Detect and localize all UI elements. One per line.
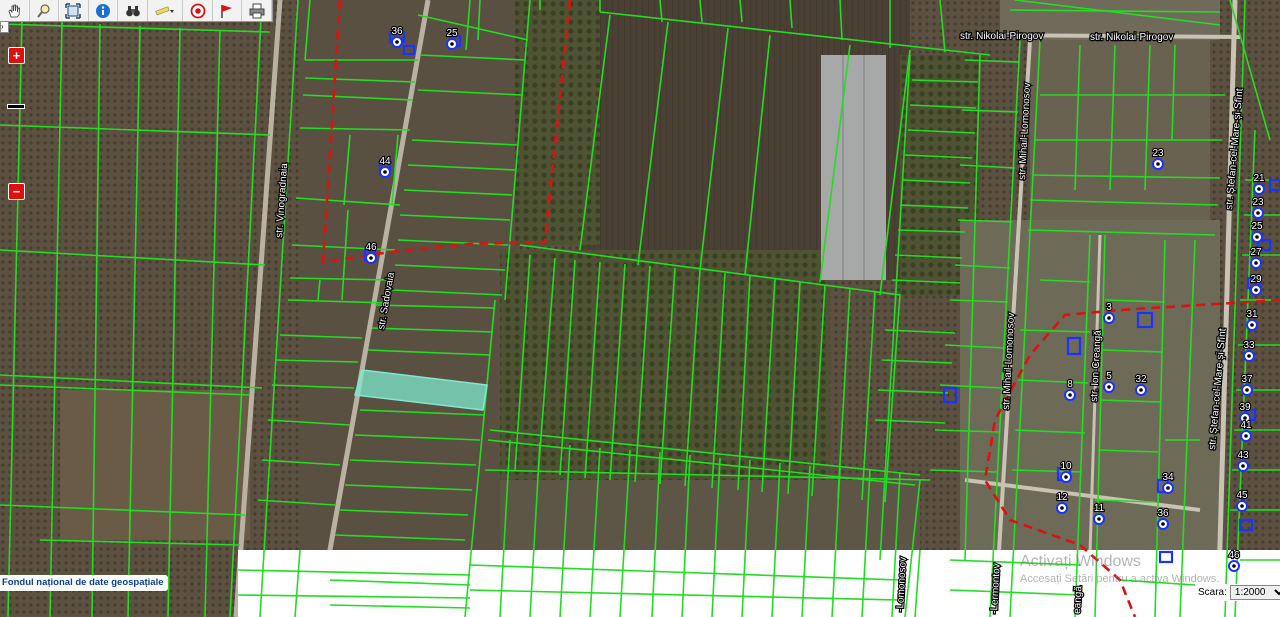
zoom-tool-button[interactable] (30, 0, 60, 21)
map-toolbar (0, 0, 273, 22)
house-number: 46 (365, 242, 377, 253)
chevron-down-icon (170, 9, 175, 13)
info-icon (95, 3, 110, 18)
zoom-slider-handle[interactable] (7, 104, 25, 109)
house-number: 32 (1135, 374, 1147, 385)
house-number: 21 (1253, 173, 1265, 184)
house-number: 39 (1239, 402, 1251, 413)
address-marker: 44 (378, 155, 392, 178)
scale-control: Scara: 1:2000 (1195, 584, 1280, 601)
attribution-link[interactable]: Fondul național de date geospațiale (0, 575, 168, 591)
house-number: 3 (1106, 302, 1112, 313)
house-number: 41 (1240, 420, 1252, 431)
address-marker: 43 (1236, 449, 1250, 472)
scale-select[interactable]: 1:2000 (1229, 585, 1280, 600)
address-marker: 10 (1059, 460, 1073, 483)
watermark-subtitle: Accesați Setări pentru a activa Windows. (1020, 573, 1220, 585)
house-number: 27 (1250, 247, 1262, 258)
flag-button[interactable] (213, 0, 243, 21)
house-number: 23 (1252, 197, 1264, 208)
house-number: 11 (1094, 503, 1105, 514)
house-number: 8 (1067, 379, 1073, 390)
cadastral-map[interactable]: 36 25 44 46 23 3 8 5 32 10 12 11 34 36 2… (0, 0, 1280, 617)
house-number: 34 (1162, 472, 1174, 483)
address-marker: 25 (445, 27, 459, 50)
address-marker: 12 (1055, 491, 1069, 514)
address-marker: 34 (1161, 471, 1175, 494)
search-binoculars-button[interactable] (118, 0, 148, 21)
address-marker: 46 (1227, 549, 1241, 572)
zoom-magnifier-icon (37, 3, 50, 18)
binoculars-icon (125, 5, 140, 16)
address-marker: 33 (1242, 339, 1256, 362)
house-number: 29 (1250, 274, 1262, 285)
address-marker: 23 (1151, 147, 1165, 170)
address-marker: 45 (1235, 489, 1249, 512)
zoom-in-button[interactable]: + (8, 47, 25, 64)
measure-button[interactable] (148, 0, 184, 21)
address-marker: 11 (1093, 502, 1106, 525)
house-number: 10 (1060, 461, 1072, 472)
full-extent-icon (65, 2, 82, 19)
full-extent-button[interactable] (59, 0, 89, 21)
address-marker: 36 (1156, 507, 1170, 530)
print-button[interactable] (242, 0, 272, 21)
info-button[interactable] (89, 0, 119, 21)
panel-toggle[interactable]: › (0, 21, 9, 33)
street-label: eangă (1072, 585, 1084, 614)
address-marker: 25 (1250, 220, 1264, 243)
house-number: 44 (379, 156, 391, 167)
house-number: 31 (1246, 309, 1258, 320)
measure-ruler-icon (155, 5, 175, 15)
house-number: 33 (1243, 340, 1255, 351)
house-number: 37 (1241, 374, 1253, 385)
target-button[interactable] (183, 0, 213, 21)
street-label: str. Nikolai-Pirogov (1090, 32, 1173, 43)
flag-icon (221, 4, 233, 18)
watermark-title: Activați Windows (1020, 553, 1141, 570)
house-number: 45 (1236, 490, 1248, 501)
house-number: 25 (1251, 221, 1263, 232)
house-number: 5 (1106, 371, 1112, 382)
house-number: 25 (446, 28, 458, 39)
address-marker: 32 (1134, 373, 1148, 396)
address-marker: 36 (390, 25, 404, 48)
address-marker: 46 (364, 241, 378, 264)
pan-tool-button[interactable] (0, 0, 30, 21)
address-marker: 37 (1240, 373, 1254, 396)
house-number: 12 (1056, 492, 1068, 503)
zoom-out-button[interactable]: − (8, 183, 25, 200)
target-icon (190, 3, 205, 18)
address-marker: 27 (1249, 246, 1263, 269)
scale-label: Scara: (1198, 587, 1227, 598)
address-marker: 23 (1251, 196, 1265, 219)
house-number: 46 (1228, 550, 1240, 561)
address-marker: 21 (1252, 172, 1266, 195)
address-marker: 31 (1245, 308, 1259, 331)
house-number: 43 (1237, 450, 1249, 461)
windows-activation-watermark: Activați Windows Accesați Setări pentru … (1020, 553, 1219, 585)
street-label: str. Nikolai-Pirogov (960, 31, 1043, 42)
address-marker: 29 (1249, 273, 1263, 296)
house-number: 36 (1157, 508, 1169, 519)
house-number: 36 (391, 26, 403, 37)
address-marker: 41 (1239, 419, 1253, 442)
pan-hand-icon (8, 4, 21, 17)
house-number: 23 (1152, 148, 1164, 159)
print-icon (249, 3, 265, 18)
